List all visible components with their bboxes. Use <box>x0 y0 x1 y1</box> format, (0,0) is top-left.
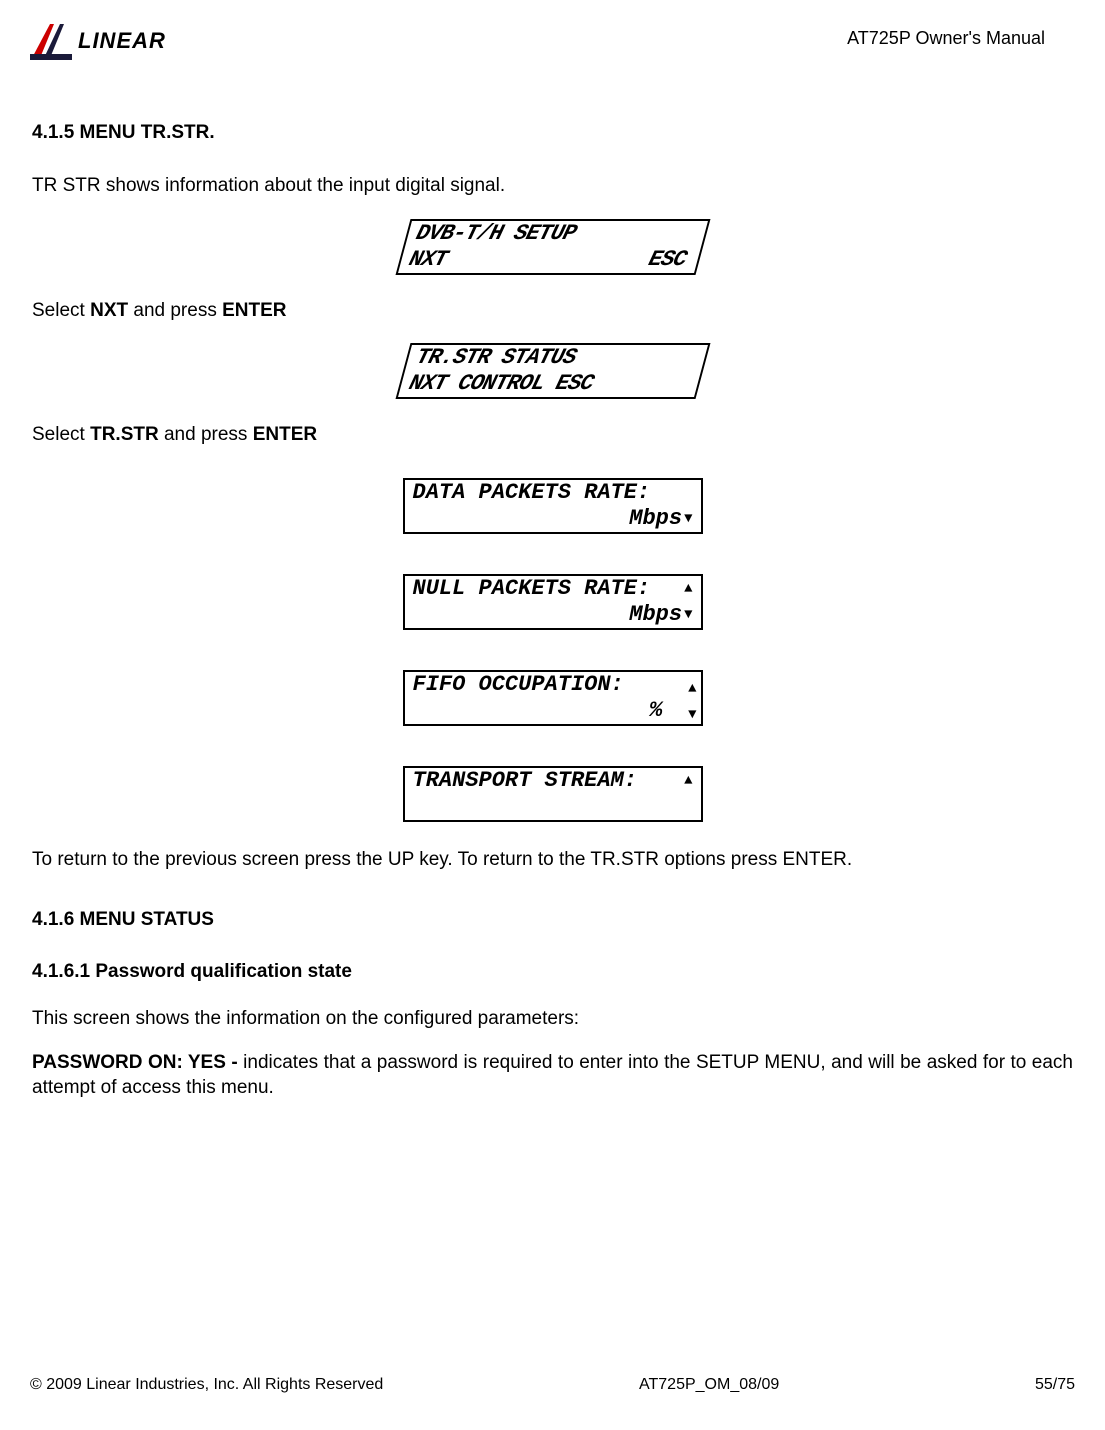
arrow-up-icon: ▲ <box>684 774 692 788</box>
logo-mark-icon <box>30 20 72 62</box>
password-text: PASSWORD ON: YES - indicates that a pass… <box>32 1051 1073 1100</box>
page-footer: © 2009 Linear Industries, Inc. All Right… <box>30 1376 1075 1394</box>
lcd-text: % <box>649 698 692 724</box>
brand-name: LINEAR <box>78 28 166 54</box>
lcd-text: NXT CONTROL ESC <box>406 371 596 397</box>
lcd-text: FIFO OCCUPATION: <box>413 672 624 698</box>
intro-text-416: This screen shows the information on the… <box>32 1007 1073 1032</box>
footer-doc-code: AT725P_OM_08/09 <box>639 1376 779 1394</box>
arrow-up-icon: ▲ <box>684 582 692 596</box>
step-2-text: Select TR.STR and press ENTER <box>32 423 1073 448</box>
arrow-up-icon: ▲ <box>688 676 696 702</box>
lcd-group-1: DVB-T/H SETUP NXT ESC <box>32 219 1073 275</box>
arrow-down-icon: ▼ <box>684 608 692 622</box>
return-text: To return to the previous screen press t… <box>32 848 1073 873</box>
lcd-box-fifo: FIFO OCCUPATION: % ▲ ▼ <box>403 670 703 726</box>
lcd-text: ESC <box>645 247 693 273</box>
lcd-text: DATA PACKETS RATE: <box>413 480 651 506</box>
page-content: 4.1.5 MENU TR.STR. TR STR shows informat… <box>30 122 1075 1101</box>
lcd-text: Mbps <box>629 506 682 532</box>
document-title: AT725P Owner's Manual <box>847 20 1075 49</box>
arrow-down-icon: ▼ <box>688 702 696 728</box>
lcd-text: NULL PACKETS RATE: <box>413 576 651 602</box>
step-1-text: Select NXT and press ENTER <box>32 299 1073 324</box>
lcd-box-data-packets: DATA PACKETS RATE: Mbps ▼ <box>403 478 703 534</box>
lcd-box-trstr: TR.STR STATUS NXT CONTROL ESC <box>395 343 710 399</box>
lcd-group-3: DATA PACKETS RATE: Mbps ▼ NULL PACKETS R… <box>32 478 1073 822</box>
footer-copyright: © 2009 Linear Industries, Inc. All Right… <box>30 1376 383 1394</box>
intro-text-415: TR STR shows information about the input… <box>32 174 1073 199</box>
lcd-group-2: TR.STR STATUS NXT CONTROL ESC <box>32 343 1073 399</box>
lcd-box-setup: DVB-T/H SETUP NXT ESC <box>395 219 710 275</box>
section-heading-415: 4.1.5 MENU TR.STR. <box>32 122 1073 144</box>
sub-heading-4161: 4.1.6.1 Password qualification state <box>32 961 1073 983</box>
section-heading-416: 4.1.6 MENU STATUS <box>32 909 1073 931</box>
lcd-text: TRANSPORT STREAM: <box>413 768 637 794</box>
lcd-text: Mbps <box>629 602 682 628</box>
lcd-text: TR.STR STATUS <box>413 345 579 371</box>
brand-logo: LINEAR <box>30 20 166 62</box>
lcd-text: NXT <box>406 247 450 273</box>
lcd-box-transport: TRANSPORT STREAM: ▲ <box>403 766 703 822</box>
lcd-box-null-packets: NULL PACKETS RATE: ▲ Mbps ▼ <box>403 574 703 630</box>
page-header: LINEAR AT725P Owner's Manual <box>30 20 1075 62</box>
footer-page-number: 55/75 <box>1035 1376 1075 1394</box>
arrow-down-icon: ▼ <box>684 512 692 526</box>
lcd-text: DVB-T/H SETUP <box>413 221 579 247</box>
